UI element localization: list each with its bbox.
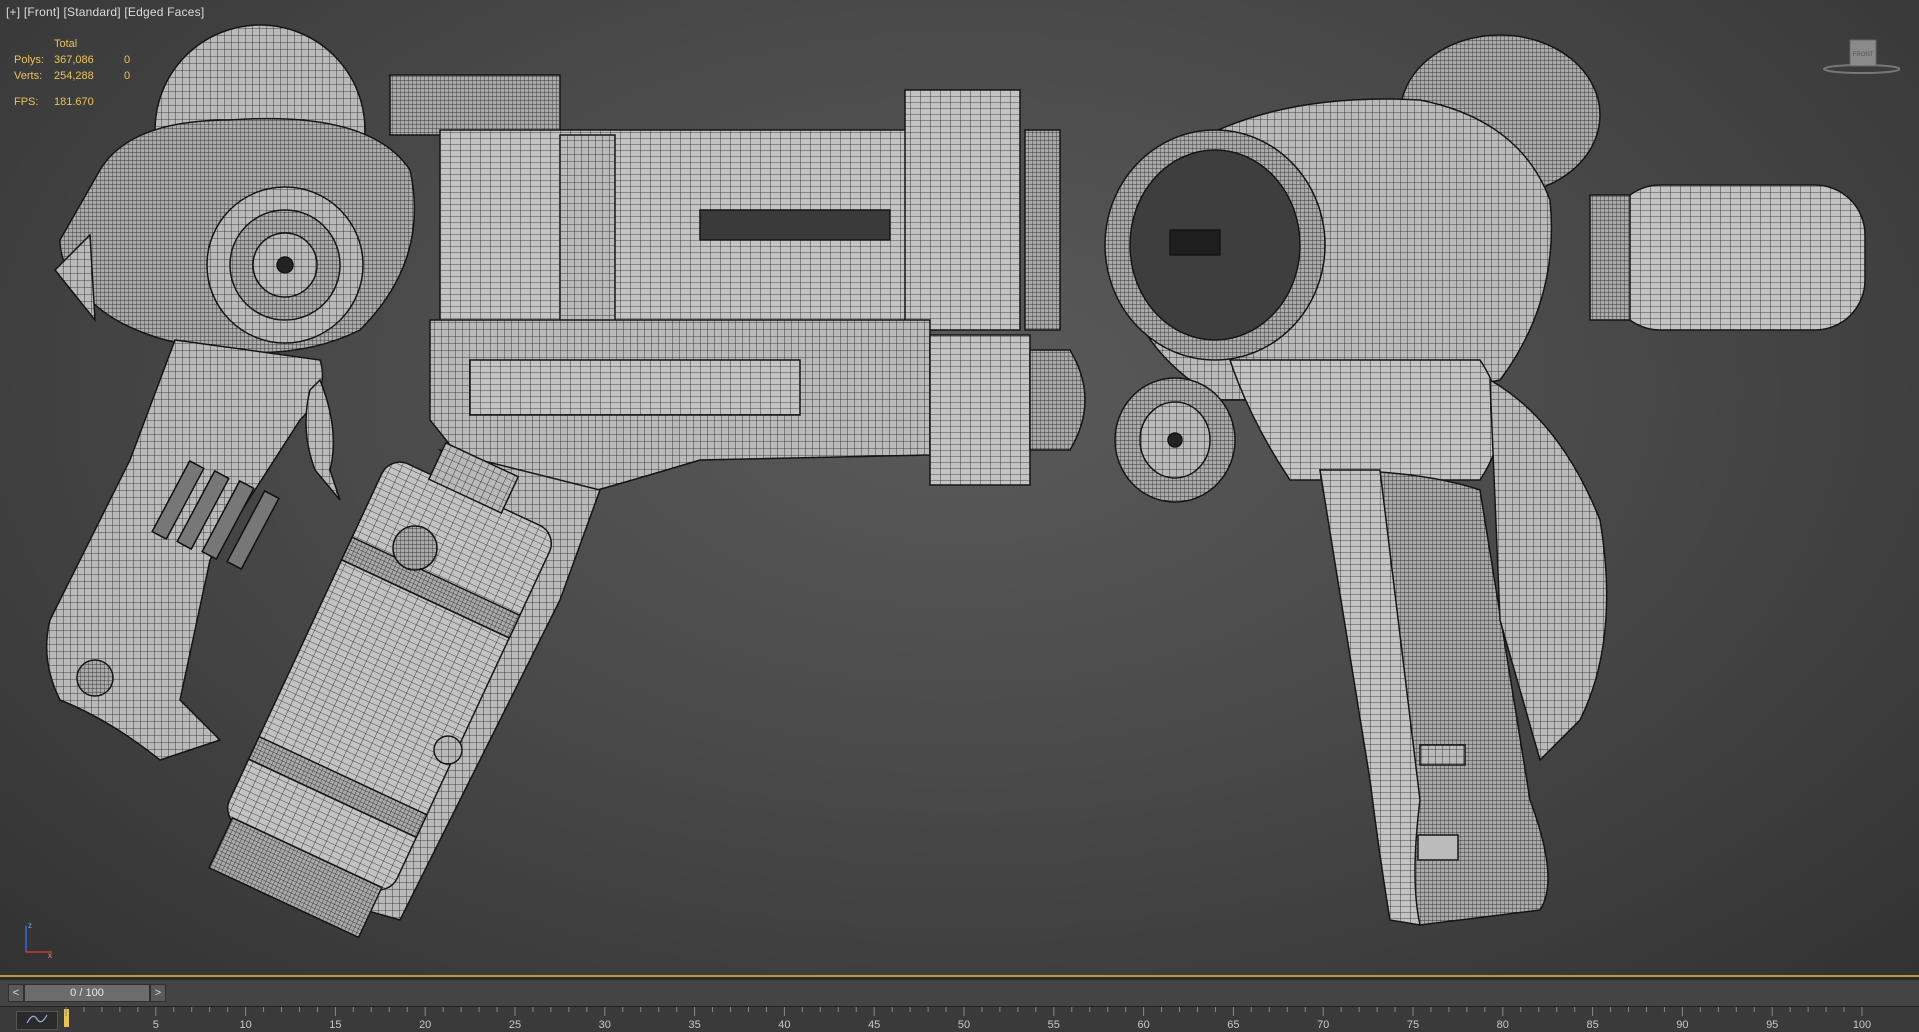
trackbar-tick-label: 70 [1317, 1019, 1329, 1031]
trackbar-tick-label: 45 [868, 1019, 880, 1031]
gun-perspective-view [1104, 34, 1866, 926]
trackbar-tick-label: 95 [1766, 1019, 1778, 1031]
trackbar-tick-label: 40 [778, 1019, 790, 1031]
viewport-statistics: Total Polys: 367,086 0 Verts: 254,288 0 … [14, 36, 144, 110]
trackbar-ruler: 5 10 15 20 25 30 35 40 45 50 55 60 65 70 75 80 85 90 95 100 [64, 1007, 1871, 1031]
trackbar-tick-label: 30 [599, 1019, 611, 1031]
trackbar-tick-label: 85 [1586, 1019, 1598, 1031]
viewport-point-of-view[interactable]: [Front] [24, 5, 60, 19]
stats-polys-row: Polys: 367,086 0 [14, 52, 144, 68]
viewport-label: [+] [Front] [Standard] [Edged Faces] [6, 5, 204, 19]
gun-side-view [45, 24, 1086, 939]
viewport-menu-plus[interactable]: [+] [6, 5, 20, 19]
trackbar-tick-label: 15 [329, 1019, 341, 1031]
time-prev-button[interactable]: < [8, 984, 24, 1002]
trackbar-tick-label: 25 [509, 1019, 521, 1031]
verts-value: 254,288 [54, 70, 94, 82]
viewcube-icon[interactable]: FRONT [1820, 36, 1900, 78]
trackbar-tick-label: 75 [1407, 1019, 1419, 1031]
polys-value: 367,086 [54, 54, 94, 66]
time-slider-bar: < 0 / 100 > [0, 979, 1919, 1006]
stats-verts-row: Verts: 254,288 0 [14, 68, 144, 84]
verts-label: Verts: [14, 70, 43, 82]
trackbar-tick-label: 60 [1137, 1019, 1149, 1031]
fps-value: 181.670 [54, 96, 94, 108]
trackbar-tick-label: 20 [419, 1019, 431, 1031]
axis-z-label: z [28, 921, 32, 930]
polys-label: Polys: [14, 54, 44, 66]
trackbar-tick-label: 80 [1497, 1019, 1509, 1031]
trackbar-tick-label: 35 [688, 1019, 700, 1031]
stats-header-row: Total [14, 36, 144, 52]
stats-header-total: Total [54, 38, 78, 50]
time-slider-thumb[interactable]: 0 / 100 [24, 984, 150, 1002]
trackbar-tick-label: 65 [1227, 1019, 1239, 1031]
viewcube-face-label: FRONT [1853, 52, 1874, 58]
viewport-shading-standard[interactable]: [Standard] [63, 5, 120, 19]
verts-selected: 0 [124, 70, 131, 82]
trackbar-tick-label: 90 [1676, 1019, 1688, 1031]
axis-tripod-icon: z x [25, 921, 52, 960]
viewport-display-edged-faces[interactable]: [Edged Faces] [124, 5, 204, 19]
stats-fps-row: FPS: 181.670 [14, 94, 144, 110]
trackbar-tick-label: 10 [239, 1019, 251, 1031]
trackbar-tick-label: 50 [958, 1019, 970, 1031]
axis-x-label: x [48, 951, 52, 960]
trackbar[interactable]: 5 10 15 20 25 30 35 40 45 50 55 60 65 70 75 80 85 90 95 100 [0, 1006, 1919, 1032]
fps-label: FPS: [14, 96, 39, 108]
model-wireframe-render [45, 24, 1866, 939]
time-next-button[interactable]: > [150, 984, 166, 1002]
viewport-front[interactable]: [+] [Front] [Standard] [Edged Faces] Tot… [0, 0, 1919, 977]
polys-selected: 0 [124, 54, 131, 66]
trackbar-tick-label: 5 [153, 1019, 159, 1031]
trackbar-tick-label: 100 [1853, 1019, 1871, 1031]
trackbar-tick-label: 55 [1048, 1019, 1060, 1031]
